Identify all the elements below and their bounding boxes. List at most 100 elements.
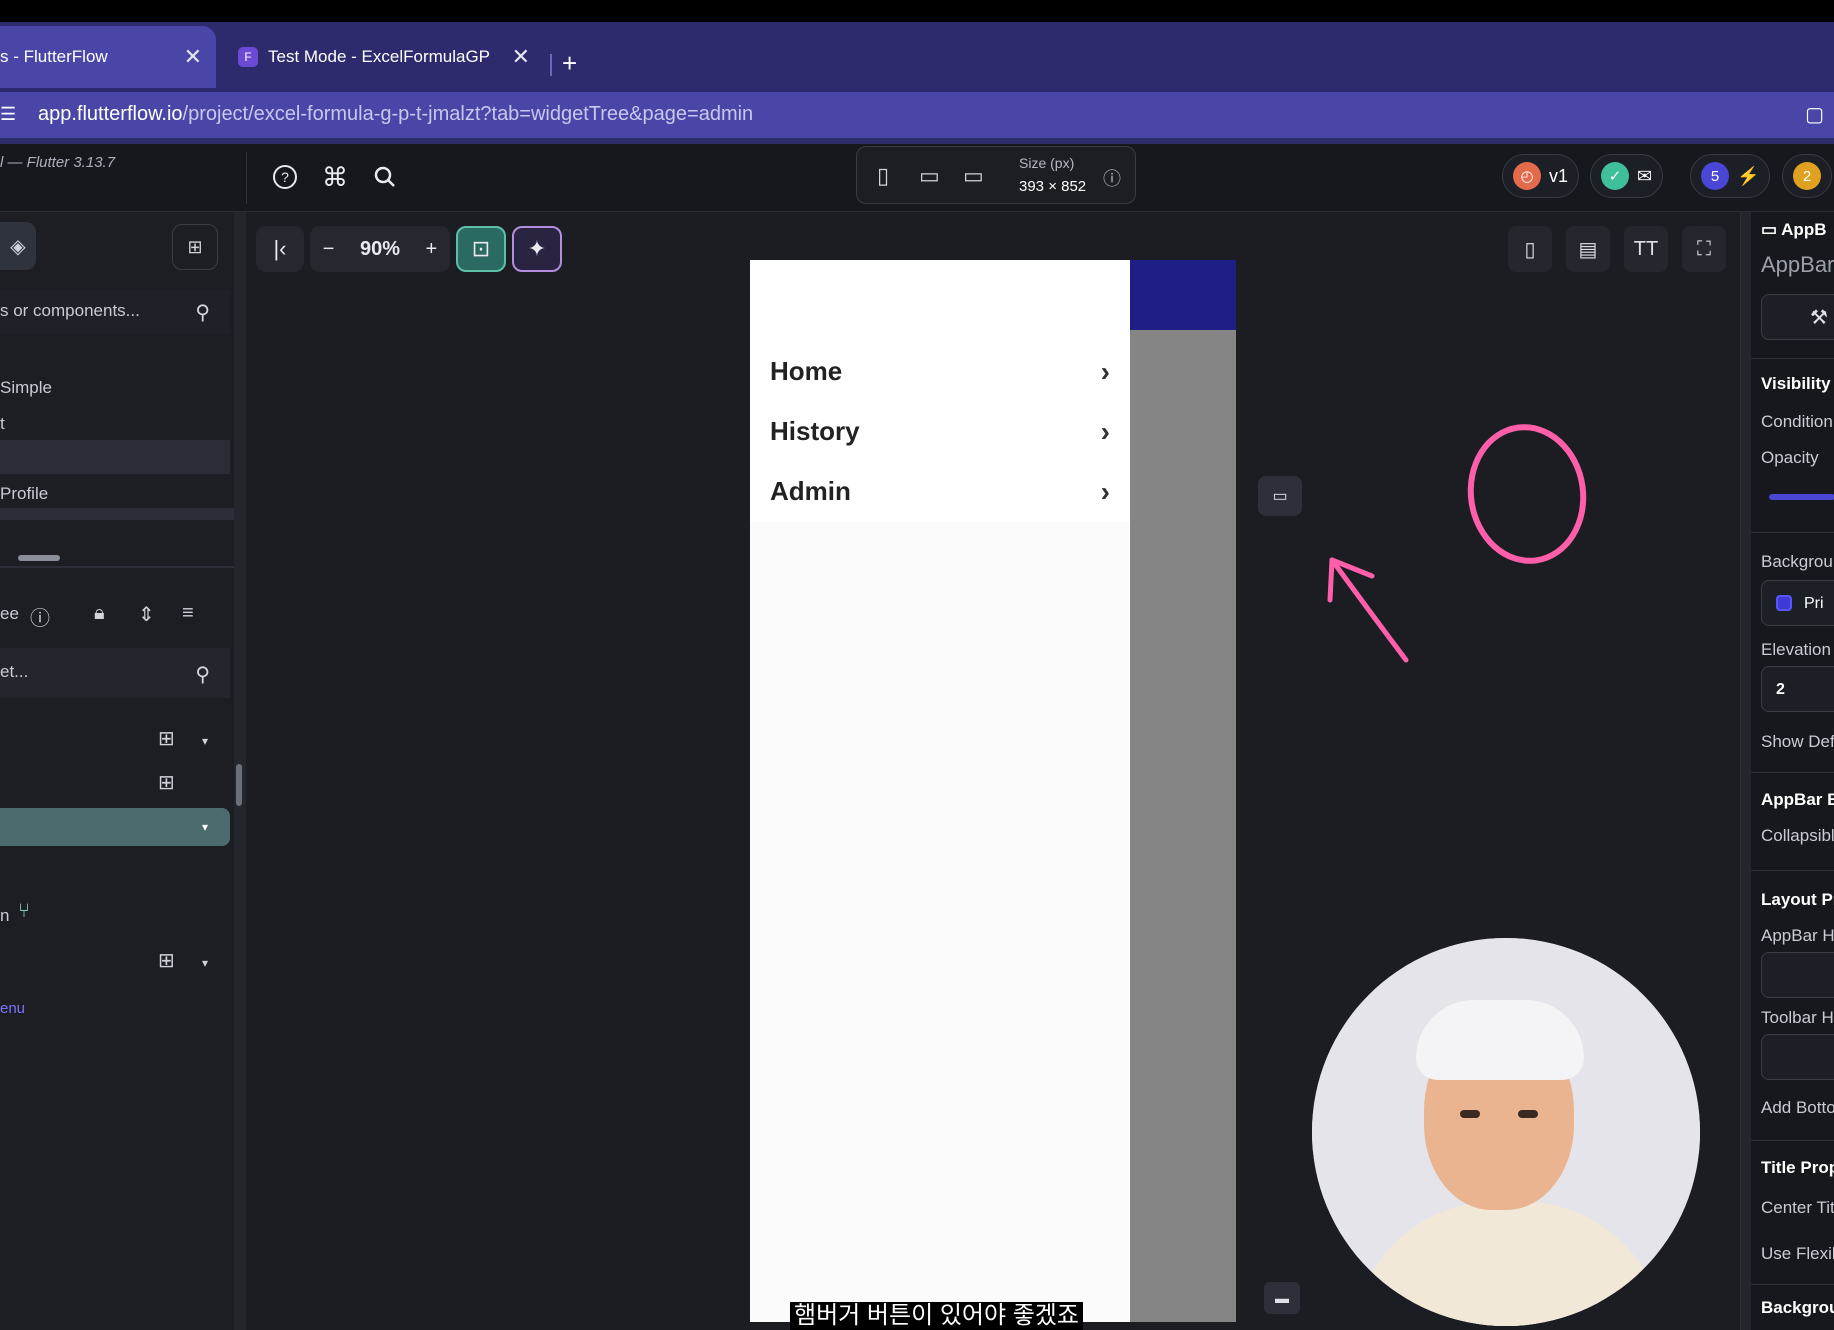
tab-flutterflow[interactable]: s - FlutterFlow ✕ bbox=[0, 26, 216, 88]
tab-test-mode[interactable]: F Test Mode - ExcelFormulaGP ✕ bbox=[224, 26, 544, 88]
background-color-picker[interactable]: Pri bbox=[1761, 580, 1834, 626]
add-widget-icon[interactable]: ⊞ bbox=[158, 948, 175, 973]
opacity-slider[interactable] bbox=[1769, 494, 1834, 500]
tree-label: ee bbox=[0, 604, 19, 623]
widget-search-input[interactable]: et... ⚲ bbox=[0, 648, 230, 698]
close-icon[interactable]: ✕ bbox=[512, 44, 530, 70]
collapsible-label: Collapsibl bbox=[1761, 826, 1834, 845]
collapse-panel-icon[interactable]: |‹ bbox=[256, 226, 304, 272]
search-icon[interactable]: ⚲ bbox=[195, 300, 210, 325]
search-icon[interactable] bbox=[370, 162, 400, 192]
color-value: Pri bbox=[1804, 595, 1824, 612]
zoom-in-button[interactable]: + bbox=[426, 238, 438, 261]
version-icon: ◴ bbox=[1513, 162, 1541, 190]
clipboard-icon[interactable]: ▢ bbox=[1805, 102, 1824, 127]
zoom-group: − 90% + bbox=[310, 226, 450, 272]
divider bbox=[1751, 1284, 1834, 1285]
drawer-item-history[interactable]: History › bbox=[770, 416, 1110, 447]
panel-scrollbar[interactable] bbox=[234, 212, 246, 1330]
title-props-heading: Title Prop bbox=[1761, 1158, 1834, 1177]
toolbar-height-input[interactable] bbox=[1761, 1034, 1834, 1080]
flutterflow-favicon-icon: F bbox=[238, 47, 258, 67]
ai-gen-icon[interactable]: ✦ bbox=[512, 226, 562, 272]
appbar-selector-icon[interactable]: ▭ bbox=[1258, 476, 1302, 516]
device-size-selector: ▯ ▭ ▭ Size (px) 393 × 852 ⓘ bbox=[856, 146, 1136, 204]
gem-icon[interactable]: ◈ bbox=[0, 222, 36, 270]
version-pill[interactable]: ◴ v1 bbox=[1502, 154, 1580, 198]
app-toolbar: l — Flutter 3.13.7 ? ⌘ ▯ ▭ ▭ Size (px) 3… bbox=[0, 144, 1834, 212]
chevron-right-icon: › bbox=[1100, 416, 1110, 447]
tree-item-menu[interactable]: enu bbox=[0, 1000, 25, 1017]
page-search-input[interactable]: s or components... ⚲ bbox=[0, 290, 230, 334]
chevron-down-icon[interactable]: ▾ bbox=[202, 734, 208, 748]
tab-divider bbox=[550, 54, 552, 76]
bottom-panel-icon[interactable]: ▬ bbox=[1264, 1282, 1300, 1314]
phone-device-icon[interactable]: ▯ bbox=[877, 163, 889, 189]
notifications-pill[interactable]: 5 ⚡ bbox=[1690, 154, 1771, 198]
page-item[interactable]: Profile bbox=[0, 484, 48, 504]
expand-collapse-icon[interactable]: ⇕ bbox=[138, 602, 155, 627]
chevron-down-icon[interactable]: ▾ bbox=[202, 820, 208, 834]
divider bbox=[1751, 870, 1834, 871]
notification-count: 5 bbox=[1701, 162, 1729, 190]
scrollbar-thumb[interactable] bbox=[236, 764, 242, 806]
elevation-input[interactable]: 2 bbox=[1761, 666, 1834, 712]
selected-page-item[interactable] bbox=[0, 440, 230, 474]
tablet-device-icon[interactable]: ▭ bbox=[919, 163, 940, 189]
close-icon[interactable]: ✕ bbox=[184, 44, 202, 70]
command-icon[interactable]: ⌘ bbox=[320, 162, 350, 192]
new-tab-button[interactable]: + bbox=[562, 48, 577, 79]
lightning-icon: ⚡ bbox=[1737, 165, 1760, 186]
panel-divider bbox=[0, 508, 234, 520]
divider bbox=[1751, 1140, 1834, 1141]
add-widget-icon[interactable]: ⊞ bbox=[158, 726, 175, 751]
info-icon[interactable]: ⓘ bbox=[1103, 165, 1121, 191]
status-pill[interactable]: ✓ ✉ bbox=[1590, 154, 1664, 198]
drawer-item-admin[interactable]: Admin › bbox=[770, 476, 1110, 507]
appbar-icon: ▭ bbox=[1761, 220, 1782, 239]
add-bottom-label: Add Botto bbox=[1761, 1098, 1834, 1117]
person-eye bbox=[1460, 1110, 1480, 1118]
site-settings-icon[interactable]: ☰ bbox=[0, 104, 22, 126]
phone-frame-icon[interactable]: ▯ bbox=[1508, 226, 1552, 272]
page-item[interactable]: Simple bbox=[0, 378, 52, 398]
layout-icon[interactable]: ⛶ bbox=[1682, 226, 1726, 272]
address-bar: ☰ app.flutterflow.io/project/excel-formu… bbox=[0, 92, 1834, 138]
branch-icon[interactable]: ⑂ bbox=[18, 900, 30, 923]
lock-icon[interactable]: 🔒︎ bbox=[94, 602, 105, 625]
panel-scrollbar[interactable] bbox=[1741, 212, 1751, 1330]
drawer-item-home[interactable]: Home › bbox=[770, 356, 1110, 387]
flutter-version: l — Flutter 3.13.7 bbox=[0, 154, 116, 171]
resize-handle[interactable] bbox=[18, 555, 60, 561]
info-icon[interactable]: ⓘ bbox=[30, 602, 50, 631]
url-field[interactable]: app.flutterflow.io/project/excel-formula… bbox=[38, 103, 753, 126]
properties-panel: ▭ AppB AppBar ⚒ Visibility Condition Opa… bbox=[1740, 212, 1834, 1330]
user-count: 2 bbox=[1793, 162, 1821, 190]
preview-toggle-icon[interactable]: ⊡ bbox=[456, 226, 506, 272]
divider bbox=[1751, 532, 1834, 533]
help-icon[interactable]: ? bbox=[270, 162, 300, 192]
search-icon[interactable]: ⚲ bbox=[195, 662, 210, 687]
appbar-height-label: AppBar H bbox=[1761, 926, 1834, 945]
zoom-out-button[interactable]: − bbox=[323, 238, 335, 261]
folder-icon[interactable]: ⊞ bbox=[172, 224, 218, 270]
frame-settings-icon[interactable]: ▤ bbox=[1566, 226, 1610, 272]
screen-top-bar bbox=[0, 0, 1834, 22]
magic-wand-icon: ⚒ bbox=[1810, 307, 1828, 329]
url-path: /project/excel-formula-g-p-t-jmalzt?tab=… bbox=[182, 103, 754, 125]
svg-text:?: ? bbox=[281, 169, 289, 185]
text-size-icon[interactable]: TT bbox=[1624, 226, 1668, 272]
tab-label: Test Mode - ExcelFormulaGP bbox=[268, 47, 491, 66]
selected-tree-row[interactable]: ▾ bbox=[0, 808, 230, 846]
page-item[interactable]: t bbox=[0, 414, 5, 434]
add-widget-icon[interactable]: ⊞ bbox=[158, 770, 175, 795]
tab-label: s - FlutterFlow bbox=[0, 47, 108, 66]
user-pill[interactable]: 2 bbox=[1782, 154, 1832, 198]
appbar-height-input[interactable] bbox=[1761, 952, 1834, 998]
url-host: app.flutterflow.io bbox=[38, 103, 183, 125]
chevron-down-icon[interactable]: ▾ bbox=[202, 956, 208, 970]
drawer-item-label: Home bbox=[770, 356, 843, 386]
widget-action-button[interactable]: ⚒ bbox=[1761, 294, 1834, 340]
sort-icon[interactable]: ≡ bbox=[182, 602, 194, 625]
desktop-device-icon[interactable]: ▭ bbox=[963, 163, 984, 189]
